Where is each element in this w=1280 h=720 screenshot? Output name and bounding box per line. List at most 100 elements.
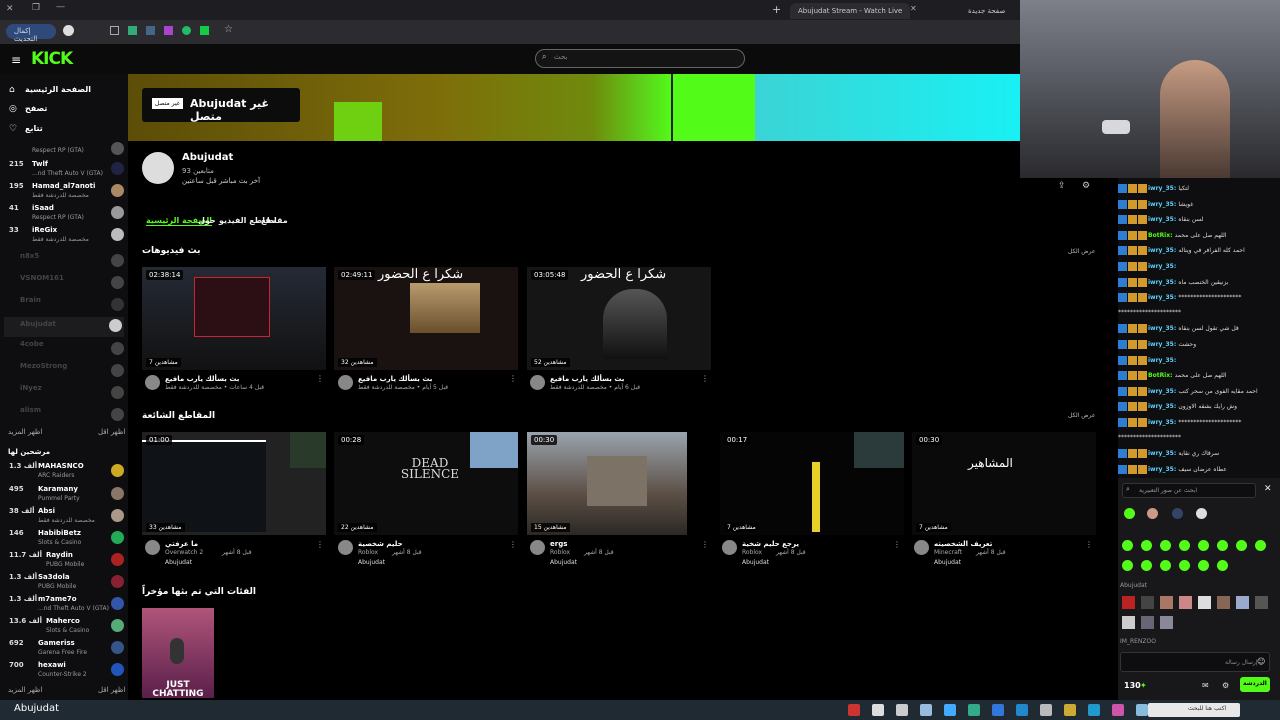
channel-avatar[interactable] bbox=[142, 152, 174, 184]
extension-icon[interactable] bbox=[200, 26, 209, 35]
clip-title[interactable]: يرجع حليم شخية bbox=[742, 540, 799, 548]
chat-username[interactable]: iwry_35: bbox=[1148, 466, 1178, 473]
more-options-icon[interactable]: ⋮ bbox=[509, 374, 517, 383]
start-label[interactable]: Abujudat bbox=[14, 703, 59, 714]
sidebar-channel[interactable]: 11.7 ألف Raydin PUBG Mobile bbox=[6, 551, 124, 571]
emote-icon[interactable] bbox=[1179, 540, 1190, 551]
show-less-button[interactable]: اظهر اقل bbox=[98, 428, 125, 436]
chat-username[interactable]: iwry_35: bbox=[1148, 294, 1178, 301]
chat-username[interactable]: iwry_35: bbox=[1148, 216, 1178, 223]
emote-icon[interactable] bbox=[1141, 616, 1154, 629]
tab-close-icon[interactable]: ✕ bbox=[910, 4, 917, 13]
taskbar-app-icon[interactable] bbox=[992, 704, 1004, 716]
clip-thumbnail[interactable]: DEAD SILENCE 00:28 22 مشاهدين bbox=[334, 432, 518, 535]
emote-icon[interactable] bbox=[1160, 540, 1171, 551]
sidebar-channel[interactable]: 146 HabibiBetz Slots & Casino bbox=[6, 529, 124, 549]
chat-username[interactable]: iwry_35: bbox=[1148, 201, 1178, 208]
sidebar-channel[interactable]: 692 Gameriss Garena Free Fire bbox=[6, 639, 124, 659]
window-restore-icon[interactable]: ❐ bbox=[32, 3, 40, 13]
chat-input[interactable]: إرسال رسالة ☺ bbox=[1120, 652, 1270, 672]
extension-icon[interactable] bbox=[146, 26, 155, 35]
chat-username[interactable]: iwry_35: bbox=[1148, 185, 1178, 192]
chat-username[interactable]: iwry_35: bbox=[1148, 450, 1178, 457]
sidebar-channel-offline[interactable]: alism bbox=[6, 406, 124, 426]
chat-username[interactable]: BotRix: bbox=[1148, 372, 1175, 379]
emote-icon[interactable] bbox=[1122, 616, 1135, 629]
emote-icon[interactable] bbox=[1160, 616, 1173, 629]
extension-icon[interactable] bbox=[128, 26, 137, 35]
sidebar-channel[interactable]: 1.3 ألف MAHASNCO ARC Raiders bbox=[6, 462, 124, 482]
search-input[interactable]: ⌕ بحث bbox=[535, 49, 745, 68]
emote-icon[interactable] bbox=[1198, 560, 1209, 571]
emote-icon[interactable] bbox=[1236, 596, 1249, 609]
gear-icon[interactable]: ⚙ bbox=[1222, 681, 1229, 690]
videos-show-all[interactable]: عرض الكل bbox=[1068, 248, 1095, 255]
taskbar-app-icon[interactable] bbox=[872, 704, 884, 716]
settings-icon[interactable]: ⚙ bbox=[1082, 181, 1090, 191]
sidebar-channel-offline[interactable]: iNyez bbox=[6, 384, 124, 404]
chat-username[interactable]: BotRix: bbox=[1148, 232, 1175, 239]
clip-title[interactable]: ما عرفتي bbox=[165, 540, 198, 548]
clip-thumbnail[interactable]: 01:00 33 مشاهدين bbox=[142, 432, 326, 535]
chat-username[interactable]: iwry_35: bbox=[1148, 403, 1178, 410]
clip-title[interactable]: ergs bbox=[550, 540, 567, 548]
more-options-icon[interactable]: ⋮ bbox=[1085, 540, 1093, 549]
more-options-icon[interactable]: ⋮ bbox=[893, 540, 901, 549]
taskbar-app-icon[interactable] bbox=[944, 704, 956, 716]
emote-icon[interactable] bbox=[1122, 560, 1133, 571]
window-minimize-icon[interactable]: — bbox=[56, 2, 65, 12]
nav-following[interactable]: تتابع bbox=[25, 124, 43, 133]
clips-show-all[interactable]: عرض الكل bbox=[1068, 412, 1095, 419]
sidebar-channel-offline[interactable]: MezoStrong bbox=[6, 362, 124, 382]
emote-tab-icon[interactable] bbox=[1147, 508, 1158, 519]
sidebar-channel[interactable]: 700 hexawi Counter-Strike 2 bbox=[6, 661, 124, 681]
emote-tab-icon[interactable] bbox=[1172, 508, 1183, 519]
chat-username[interactable]: iwry_35: bbox=[1148, 247, 1178, 254]
more-options-icon[interactable]: ⋮ bbox=[701, 374, 709, 383]
sidebar-channel[interactable]: 1.3 ألف m7ame7o ...nd Theft Auto V (GTA) bbox=[6, 595, 124, 615]
sidebar-channel-offline[interactable]: 4cobe bbox=[6, 340, 124, 360]
sidebar-channel[interactable]: 495 Karamany Pummel Party bbox=[6, 485, 124, 505]
chat-username[interactable]: iwry_35: bbox=[1148, 388, 1178, 395]
clip-title[interactable]: تعريف الشخصيته bbox=[934, 540, 992, 548]
chat-username[interactable]: iwry_35: bbox=[1148, 325, 1178, 332]
tab-clips[interactable]: مقاطع bbox=[261, 216, 288, 225]
sidebar-channel[interactable]: 38 ألف Absi مخصصة للدردشة فقط bbox=[6, 507, 124, 527]
clip-title[interactable]: حليم شخصية bbox=[358, 540, 403, 548]
category-card[interactable]: JUST CHATTING bbox=[142, 608, 214, 698]
window-close-icon[interactable]: ✕ bbox=[6, 4, 14, 14]
menu-icon[interactable]: ≡ bbox=[11, 53, 21, 67]
show-more-button[interactable]: اظهر المزيد bbox=[8, 428, 42, 436]
video-title[interactable]: بث بسألك يارب مافيع bbox=[165, 375, 239, 383]
chat-username[interactable]: iwry_35: bbox=[1148, 341, 1178, 348]
more-options-icon[interactable]: ⋮ bbox=[316, 540, 324, 549]
sidebar-channel[interactable]: 33 iReGix مخصصة للدردشة فقط bbox=[6, 226, 124, 246]
taskbar-app-icon[interactable] bbox=[1136, 704, 1148, 716]
emote-icon[interactable] bbox=[1141, 540, 1152, 551]
clip-thumbnail[interactable]: المشاهير 00:30 7 مشاهدين bbox=[912, 432, 1096, 535]
sidebar-channel-offline[interactable]: n8x5 bbox=[6, 252, 124, 272]
sidebar-channel-offline[interactable]: Brain bbox=[6, 296, 124, 316]
more-options-icon[interactable]: ⋮ bbox=[316, 374, 324, 383]
chat-username[interactable]: iwry_35: bbox=[1148, 419, 1178, 426]
video-thumbnail[interactable]: شكرا ع الحضور 02:49:11 32 مشاهدين bbox=[334, 267, 518, 370]
extension-icon[interactable] bbox=[182, 26, 191, 35]
clip-thumbnail[interactable]: 00:17 7 مشاهدين bbox=[720, 432, 904, 535]
extension-icon[interactable] bbox=[164, 26, 173, 35]
show-less-button[interactable]: اظهر اقل bbox=[98, 686, 125, 694]
sidebar-channel-offline[interactable]: Abujudat bbox=[4, 317, 124, 337]
emote-icon[interactable] bbox=[1236, 540, 1247, 551]
chat-send-button[interactable]: الدردشة bbox=[1240, 677, 1270, 692]
new-tab-icon[interactable]: + bbox=[772, 3, 781, 16]
emote-icon[interactable] bbox=[1122, 540, 1133, 551]
show-more-button[interactable]: اظهر المزيد bbox=[8, 686, 42, 694]
video-thumbnail[interactable]: شكرا ع الحضور 03:05:48 52 مشاهدين bbox=[527, 267, 711, 370]
tab-about[interactable]: حول bbox=[198, 216, 216, 225]
taskbar-app-icon[interactable] bbox=[896, 704, 908, 716]
emote-icon[interactable] bbox=[1141, 596, 1154, 609]
taskbar-search[interactable]: اكتب هنا للبحث bbox=[1148, 703, 1240, 717]
kick-logo[interactable]: KICK bbox=[31, 49, 73, 69]
emote-icon[interactable] bbox=[1141, 560, 1152, 571]
emote-icon[interactable] bbox=[1198, 596, 1211, 609]
emote-icon[interactable] bbox=[1122, 596, 1135, 609]
